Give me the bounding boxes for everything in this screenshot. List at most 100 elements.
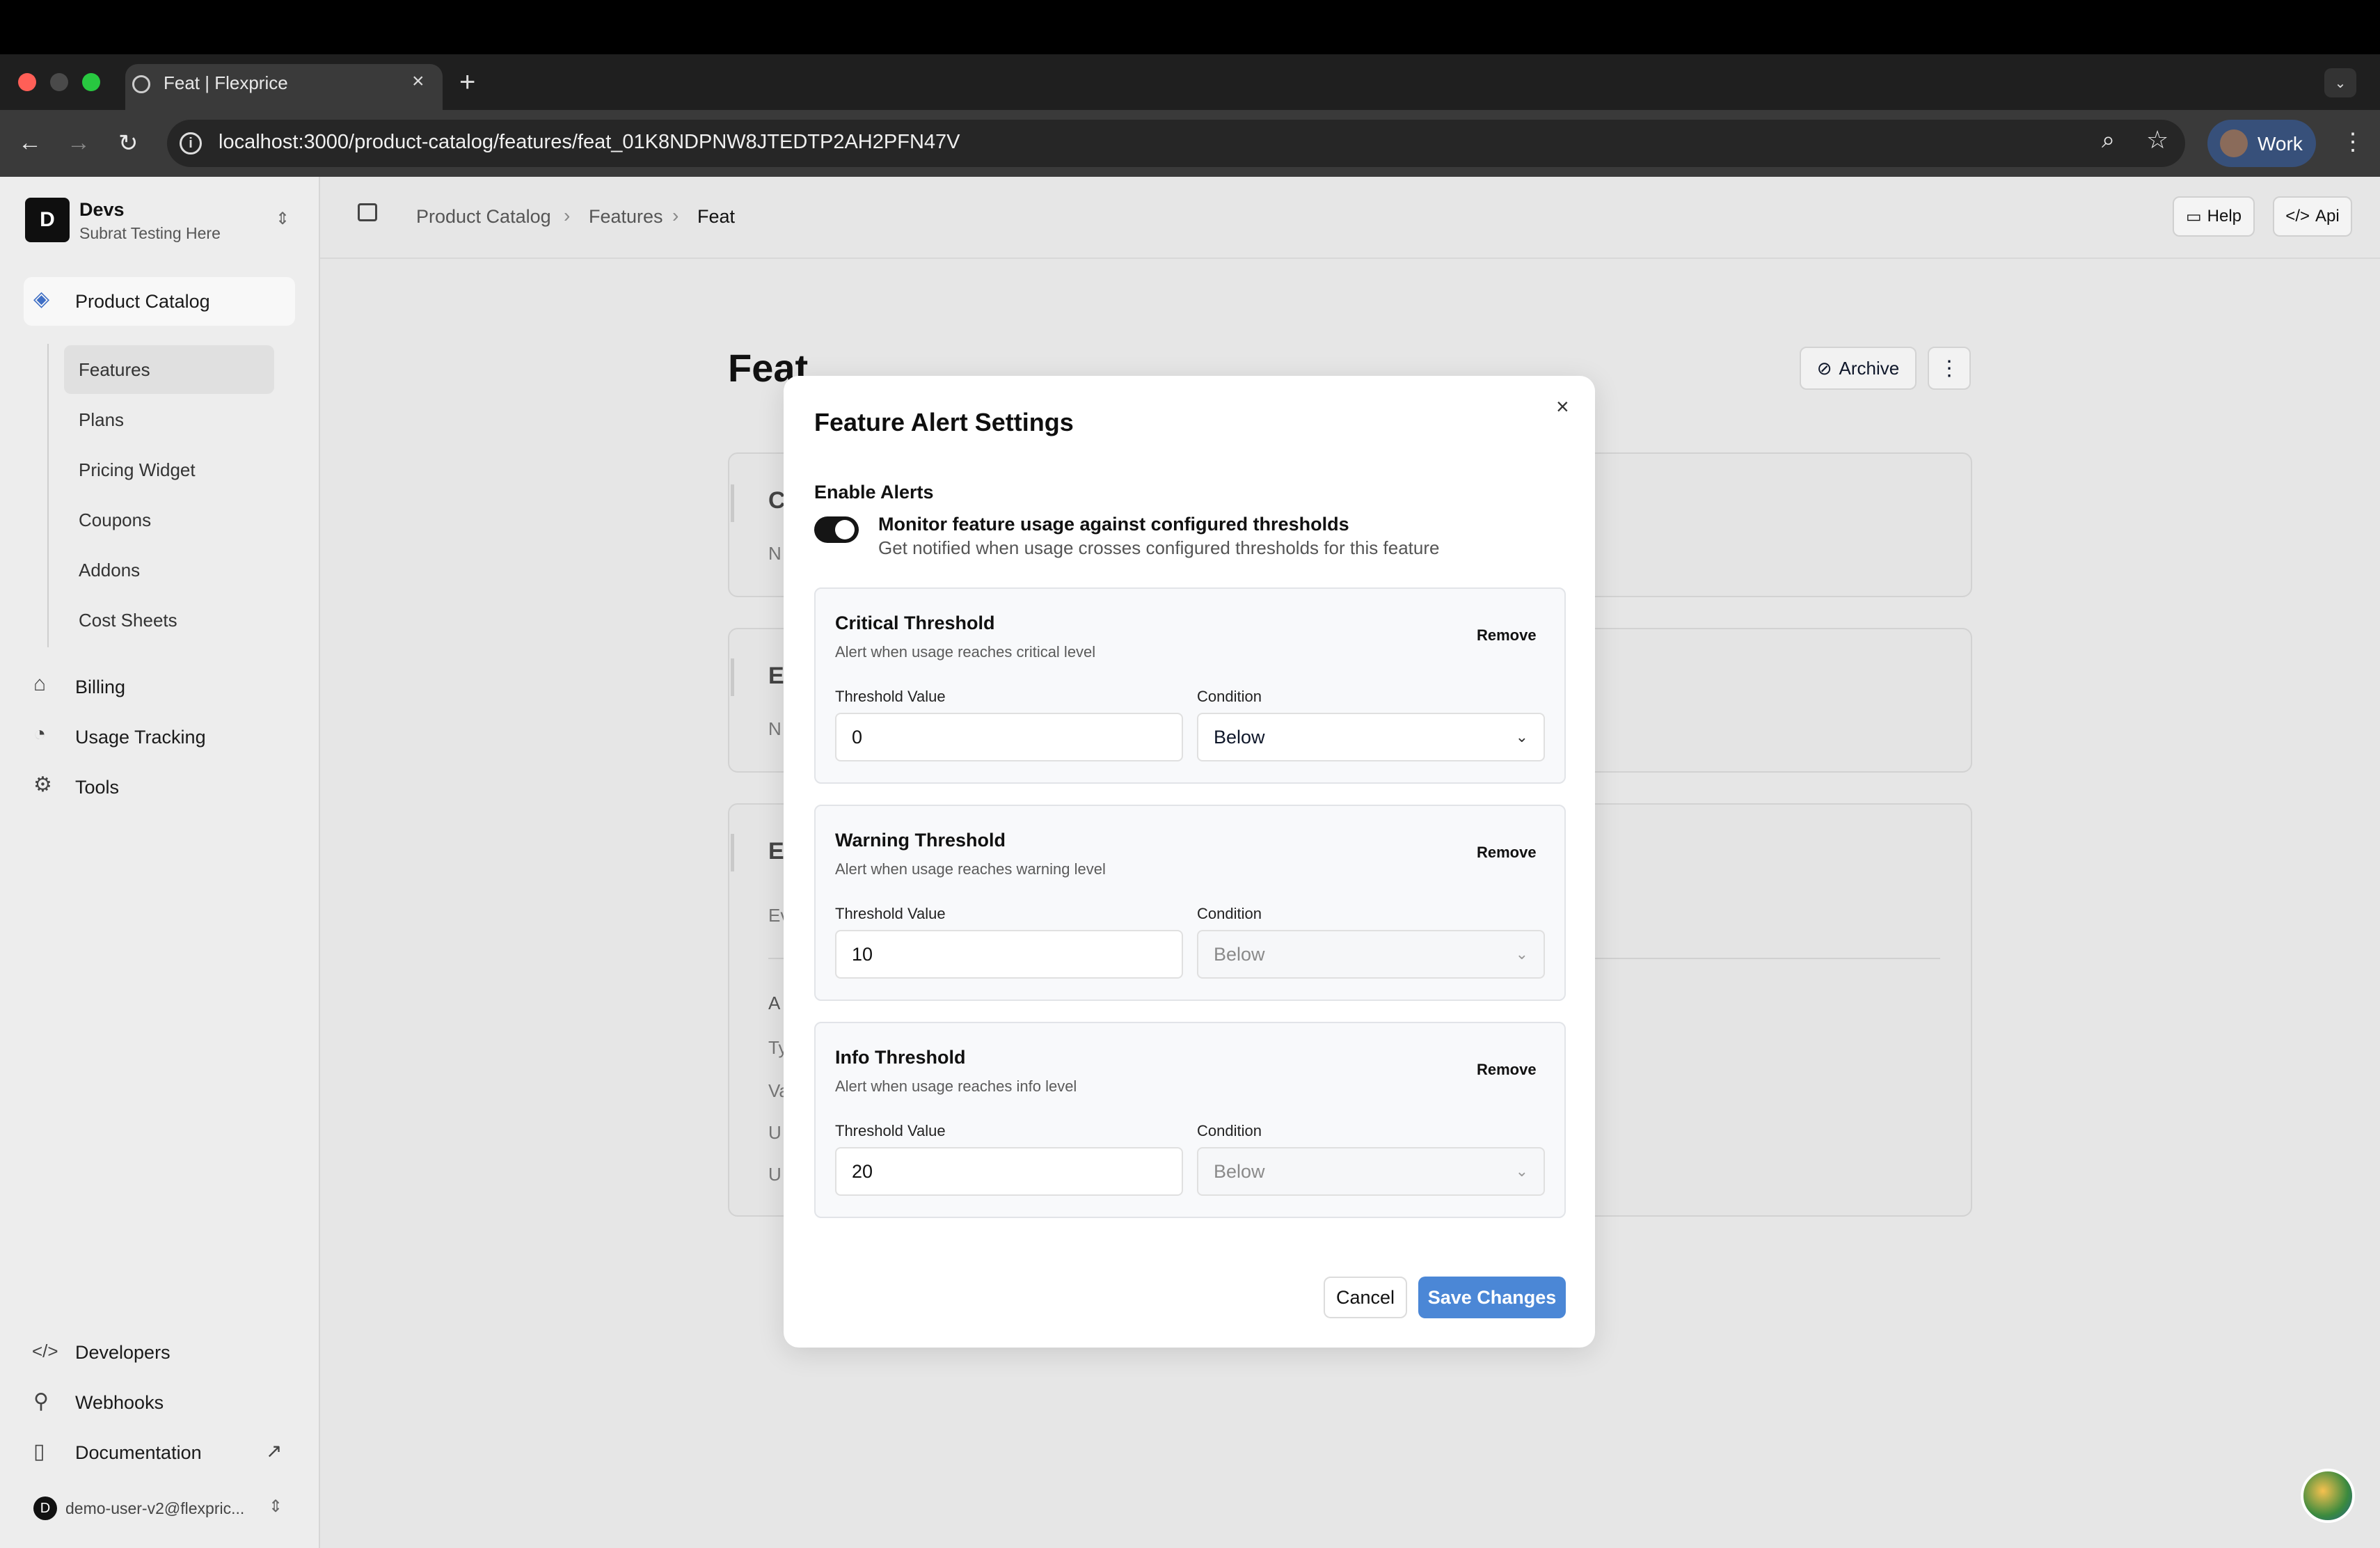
tab-search-chevron-icon[interactable]: ⌄ (2324, 68, 2356, 97)
toggle-title: Monitor feature usage against configured… (878, 514, 1349, 535)
critical-condition-select[interactable]: Below ⌄ (1197, 713, 1545, 761)
more-options-icon[interactable]: ⋮ (1928, 347, 1971, 390)
card-accent (731, 834, 734, 871)
card-text-fragment: N (768, 543, 782, 564)
enable-alerts-label: Enable Alerts (814, 482, 934, 503)
threshold-value-label: Threshold Value (835, 688, 946, 705)
minimize-window-button[interactable] (50, 73, 68, 91)
card-title-fragment: C (768, 487, 786, 514)
breadcrumb-current: Feat (697, 206, 736, 227)
forward-icon[interactable]: → (67, 129, 90, 157)
sidebar-item-tools[interactable]: Tools (75, 777, 119, 798)
save-changes-button[interactable]: Save Changes (1418, 1277, 1566, 1318)
reload-icon[interactable]: ↻ (118, 129, 138, 157)
breadcrumb-chevron-icon: › (672, 205, 679, 226)
remove-info-button[interactable]: Remove (1477, 1061, 1537, 1079)
sidebar-subitem-addons[interactable]: Addons (79, 560, 140, 581)
info-condition-select[interactable]: Below ⌄ (1197, 1147, 1545, 1196)
card-title-fragment: E (768, 663, 784, 689)
submenu-divider (47, 344, 49, 647)
breadcrumb-product-catalog[interactable]: Product Catalog (416, 206, 551, 228)
layers-icon: ◈ (33, 287, 50, 310)
chevron-down-icon: ⌄ (1515, 945, 1528, 963)
archive-button[interactable]: ⊘ Archive (1800, 347, 1917, 390)
help-button[interactable]: ▭ Help (2173, 196, 2255, 237)
chat-icon: ▭ (2185, 207, 2202, 226)
threshold-title: Warning Threshold (835, 830, 1006, 851)
threshold-value-label: Threshold Value (835, 1122, 946, 1139)
sidebar-item-webhooks[interactable]: Webhooks (75, 1392, 164, 1414)
sidebar-item-label[interactable]: Product Catalog (75, 291, 210, 313)
threshold-value-label: Threshold Value (835, 905, 946, 922)
modal-title: Feature Alert Settings (814, 408, 1074, 436)
remove-critical-button[interactable]: Remove (1477, 626, 1537, 645)
help-label: Help (2207, 207, 2242, 226)
site-info-icon[interactable]: i (180, 132, 202, 155)
eye-off-icon: ⊘ (1816, 357, 1832, 379)
sidebar-toggle-icon[interactable] (358, 203, 377, 221)
browser-menu-icon[interactable]: ⋮ (2341, 128, 2365, 156)
critical-value-input[interactable]: 0 (835, 713, 1183, 761)
api-button[interactable]: </> Api (2273, 196, 2352, 237)
remove-warning-button[interactable]: Remove (1477, 844, 1537, 862)
threshold-description: Alert when usage reaches info level (835, 1077, 1077, 1095)
workspace-logo[interactable]: D (25, 198, 70, 242)
sidebar-subitem-cost-sheets[interactable]: Cost Sheets (79, 610, 177, 631)
select-value: Below (1214, 1160, 1265, 1182)
sidebar-subitem-pricing-widget[interactable]: Pricing Widget (79, 459, 196, 481)
globe-icon (132, 75, 150, 93)
close-icon[interactable]: × (1556, 394, 1569, 420)
sidebar-item-billing[interactable]: Billing (75, 677, 125, 698)
workspace-subtitle: Subrat Testing Here (79, 224, 221, 242)
card-accent (731, 658, 734, 696)
info-value-input[interactable]: 20 (835, 1147, 1183, 1196)
external-link-icon[interactable]: ↗ (266, 1439, 282, 1462)
sidebar-item-usage-tracking[interactable]: Usage Tracking (75, 727, 206, 748)
code-icon: </> (32, 1341, 58, 1361)
toggle-description: Get notified when usage crosses configur… (878, 537, 1440, 558)
cancel-button[interactable]: Cancel (1324, 1277, 1407, 1318)
card-accent (731, 484, 734, 522)
workspace-name[interactable]: Devs (79, 199, 125, 221)
tab-close-icon[interactable]: × (412, 70, 425, 93)
chevron-down-icon: ⌄ (1515, 728, 1528, 745)
condition-label: Condition (1197, 1122, 1262, 1139)
url-text[interactable]: localhost:3000/product-catalog/features/… (219, 131, 960, 154)
condition-label: Condition (1197, 905, 1262, 922)
code-icon: </> (2285, 207, 2310, 226)
workspace-switcher-icon[interactable]: ⇕ (276, 209, 289, 229)
profile-avatar (2220, 129, 2248, 157)
back-icon[interactable]: ← (18, 129, 42, 157)
user-email[interactable]: demo-user-v2@flexpric... (65, 1499, 244, 1518)
card-row-label: U (768, 1164, 782, 1185)
select-value: Below (1214, 726, 1265, 748)
chat-widget-launcher[interactable] (2301, 1469, 2355, 1523)
new-tab-icon[interactable]: + (459, 67, 475, 98)
api-label: Api (2315, 207, 2340, 226)
toggle-knob (835, 520, 855, 539)
close-window-button[interactable] (18, 73, 36, 91)
card-text-fragment: N (768, 718, 782, 739)
card-row-label: U (768, 1122, 782, 1143)
card-row-label: A (768, 993, 781, 1013)
user-menu-chevron-icon[interactable]: ⇕ (269, 1496, 283, 1517)
webhook-icon: ⚲ (33, 1390, 49, 1413)
profile-label: Work (2258, 133, 2303, 155)
zoom-icon[interactable]: ⌕ (2102, 127, 2115, 154)
user-avatar[interactable]: D (33, 1496, 57, 1520)
sidebar-subitem-features[interactable]: Features (79, 359, 150, 381)
sidebar-subitem-plans[interactable]: Plans (79, 409, 124, 431)
select-value: Below (1214, 943, 1265, 965)
bookmark-star-icon[interactable]: ☆ (2146, 125, 2168, 155)
warning-value-input[interactable]: 10 (835, 930, 1183, 979)
tab-title: Feat | Flexprice (164, 72, 288, 93)
sidebar-item-documentation[interactable]: Documentation (75, 1442, 202, 1464)
breadcrumb-features[interactable]: Features (589, 206, 663, 228)
maximize-window-button[interactable] (82, 73, 100, 91)
bank-icon: ⌂ (33, 672, 47, 695)
condition-label: Condition (1197, 688, 1262, 705)
sidebar-item-developers[interactable]: Developers (75, 1342, 170, 1364)
warning-condition-select[interactable]: Below ⌄ (1197, 930, 1545, 979)
threshold-title: Critical Threshold (835, 613, 995, 633)
sidebar-subitem-coupons[interactable]: Coupons (79, 510, 151, 531)
